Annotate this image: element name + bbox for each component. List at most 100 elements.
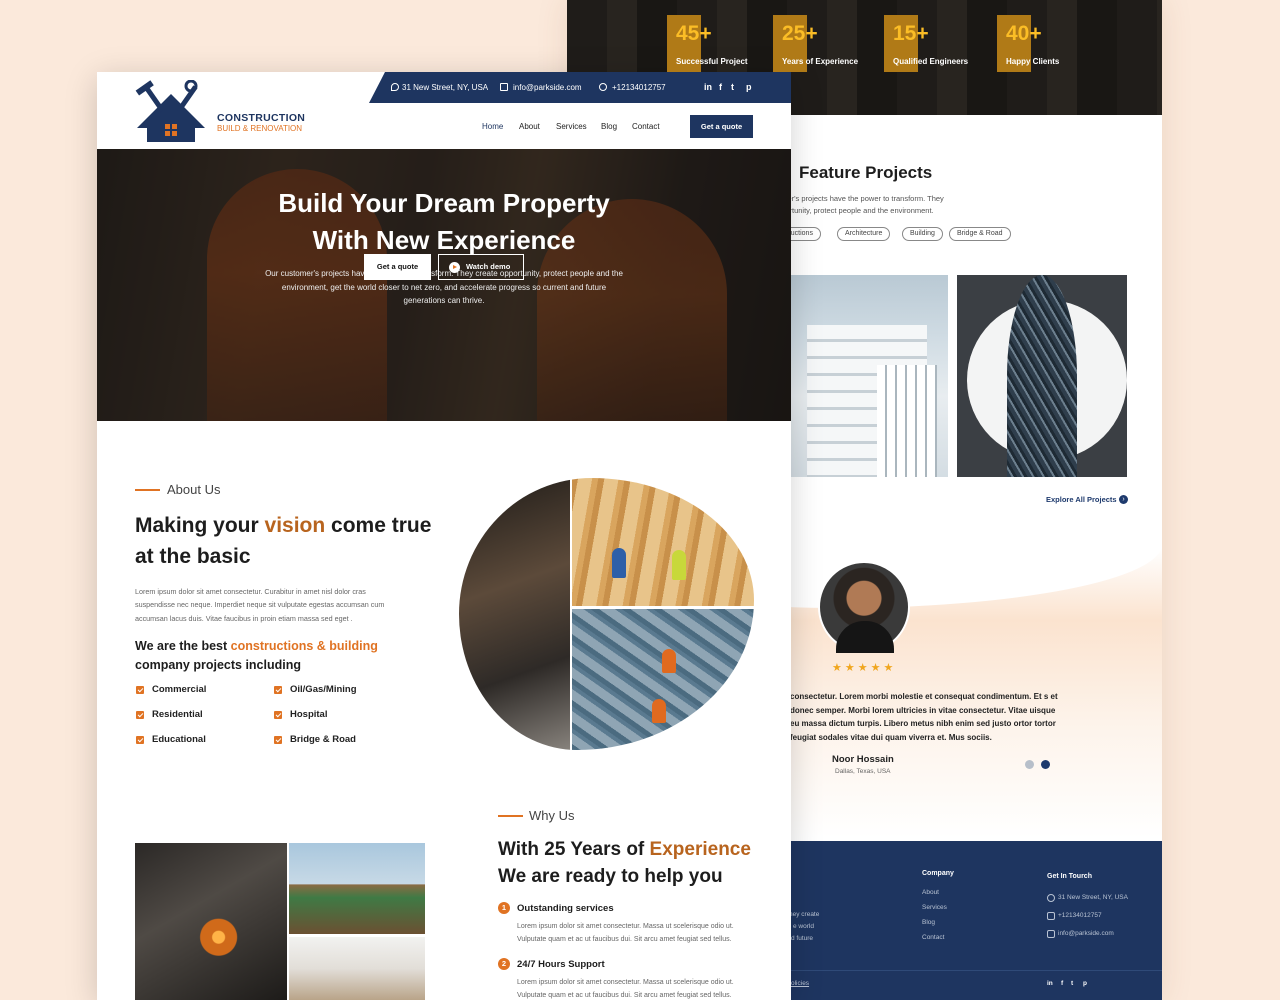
number-badge: 1 bbox=[498, 902, 510, 914]
play-icon[interactable] bbox=[449, 262, 460, 273]
mail-icon bbox=[1047, 930, 1055, 938]
testimonial-location: Dallas, Texas, USA bbox=[835, 768, 891, 775]
topbar-phone[interactable]: +12134012757 bbox=[612, 83, 666, 92]
nav-blog[interactable]: Blog bbox=[601, 122, 617, 131]
facebook-icon[interactable]: f bbox=[1061, 980, 1063, 987]
filter-chip[interactable]: Architecture bbox=[837, 227, 891, 241]
why-item-desc: Lorem ipsum dolor sit amet consectetur. … bbox=[517, 979, 734, 999]
logo-subtitle: BUILD & RENOVATION bbox=[217, 124, 303, 133]
checklist-item: Hospital bbox=[290, 709, 328, 720]
about-image-collage bbox=[459, 478, 754, 750]
house-tools-logo-icon[interactable] bbox=[135, 80, 207, 144]
top-contact-bar: 31 New Street, NY, USA info@parkside.com… bbox=[369, 72, 791, 103]
filter-chip[interactable]: Building bbox=[902, 227, 943, 241]
why-item-title: Outstanding services bbox=[517, 903, 614, 914]
pinterest-icon[interactable]: p bbox=[1083, 980, 1087, 987]
mail-icon bbox=[500, 83, 508, 91]
twitter-icon[interactable]: t bbox=[731, 82, 734, 92]
stat-clients: 40+ Happy Clients bbox=[997, 15, 1069, 72]
footer-company-heading: Company bbox=[922, 870, 954, 877]
hero-section: Build Your Dream Property With New Exper… bbox=[97, 149, 791, 421]
rebar-workers-image bbox=[572, 609, 754, 750]
stat-label: Qualified Engineers bbox=[893, 57, 969, 66]
location-icon bbox=[391, 83, 399, 91]
footer-policies-link[interactable]: olicies bbox=[791, 980, 809, 987]
footer-link-blog[interactable]: Blog bbox=[922, 919, 935, 926]
project-image-white-building[interactable] bbox=[777, 275, 948, 477]
scaffold-engineers-image bbox=[572, 478, 754, 606]
welder-image bbox=[459, 478, 570, 750]
about-subheading: We are the best constructions & building… bbox=[135, 639, 378, 672]
stat-label: Years of Experience bbox=[782, 57, 859, 66]
footer-text: e world bbox=[793, 923, 814, 930]
footer-link-services[interactable]: Services bbox=[922, 904, 947, 911]
location-icon bbox=[1047, 894, 1055, 902]
about-eyebrow: About Us bbox=[167, 482, 221, 497]
stat-number: 25+ bbox=[782, 22, 818, 45]
logo-title: CONSTRUCTION bbox=[217, 112, 306, 124]
slider-next-dot[interactable] bbox=[1041, 760, 1050, 769]
project-image-glass-tower[interactable] bbox=[957, 275, 1127, 477]
about-description: Lorem ipsum dolor sit amet consectetur. … bbox=[135, 587, 385, 623]
about-title: Making your vision come true at the basi… bbox=[135, 514, 432, 568]
stat-projects: 45+ Successful Project bbox=[667, 15, 748, 72]
twitter-icon[interactable]: t bbox=[1071, 980, 1073, 987]
why-eyebrow: Why Us bbox=[529, 808, 575, 823]
linkedin-icon[interactable]: in bbox=[704, 82, 712, 92]
nav-about[interactable]: About bbox=[519, 122, 540, 131]
checkbox-icon bbox=[274, 711, 282, 719]
phone-icon bbox=[599, 83, 607, 91]
hero-title: Build Your Dream Property With New Exper… bbox=[278, 188, 610, 255]
checkbox-icon bbox=[274, 736, 282, 744]
footer-text: hey create bbox=[789, 911, 820, 918]
footer-link-about[interactable]: About bbox=[922, 889, 939, 896]
checklist-item: Commercial bbox=[152, 684, 207, 695]
arrow-right-icon[interactable]: › bbox=[1119, 495, 1128, 504]
stat-number: 15+ bbox=[893, 22, 929, 45]
facebook-icon[interactable]: f bbox=[719, 82, 722, 92]
featured-desc: omer's projects have the power to transf… bbox=[777, 194, 944, 215]
testimonial-text: consectetur. Lorem morbi molestie et con… bbox=[790, 692, 1058, 742]
nav-contact[interactable]: Contact bbox=[632, 122, 660, 131]
checklist-item: Residential bbox=[152, 709, 203, 720]
checkbox-icon bbox=[136, 711, 144, 719]
front-page-preview: 31 New Street, NY, USA info@parkside.com… bbox=[97, 72, 791, 1000]
linkedin-icon[interactable]: in bbox=[1047, 980, 1053, 987]
topbar-email[interactable]: info@parkside.com bbox=[513, 83, 582, 92]
testimonial-name: Noor Hossain bbox=[832, 754, 894, 765]
checkbox-icon bbox=[136, 736, 144, 744]
pinterest-icon[interactable]: p bbox=[746, 82, 752, 92]
checkbox-icon bbox=[136, 686, 144, 694]
filter-chip[interactable]: Bridge & Road bbox=[949, 227, 1011, 241]
explore-all-projects-link[interactable]: Explore All Projects bbox=[1046, 495, 1117, 504]
footer-phone[interactable]: +12134012757 bbox=[1058, 912, 1102, 919]
footer-touch-heading: Get In Tourch bbox=[1047, 873, 1092, 880]
why-item-desc: Lorem ipsum dolor sit amet consectetur. … bbox=[517, 923, 734, 943]
topbar-address: 31 New Street, NY, USA bbox=[402, 83, 489, 92]
house-frame-image bbox=[289, 843, 425, 934]
number-badge: 2 bbox=[498, 958, 510, 970]
interior-room-image bbox=[289, 937, 425, 1000]
checklist-item: Educational bbox=[152, 734, 206, 745]
footer-email[interactable]: info@parkside.com bbox=[1058, 930, 1114, 937]
hero-get-quote-button[interactable]: Get a quote bbox=[364, 254, 431, 280]
stat-engineers: 15+ Qualified Engineers bbox=[884, 15, 968, 72]
slider-prev-dot[interactable] bbox=[1025, 760, 1034, 769]
checkbox-icon bbox=[274, 686, 282, 694]
avatar bbox=[818, 561, 910, 653]
stat-label: Successful Project bbox=[676, 57, 748, 66]
checklist-item: Bridge & Road bbox=[290, 734, 356, 745]
featured-title: Feature Projects bbox=[799, 163, 933, 182]
phone-icon bbox=[1047, 912, 1055, 920]
checklist-item: Oil/Gas/Mining bbox=[290, 684, 357, 695]
footer-link-contact[interactable]: Contact bbox=[922, 934, 944, 941]
stat-label: Happy Clients bbox=[1006, 57, 1060, 66]
why-item-title: 24/7 Hours Support bbox=[517, 959, 605, 970]
nav-services[interactable]: Services bbox=[556, 122, 587, 131]
rating-stars: ★★★★★ bbox=[832, 662, 897, 674]
nav-home[interactable]: Home bbox=[482, 122, 503, 131]
stat-number: 40+ bbox=[1006, 22, 1042, 45]
grinder-sparks-image bbox=[135, 843, 287, 1000]
stat-number: 45+ bbox=[676, 22, 712, 45]
get-quote-button[interactable]: Get a quote bbox=[690, 115, 753, 138]
